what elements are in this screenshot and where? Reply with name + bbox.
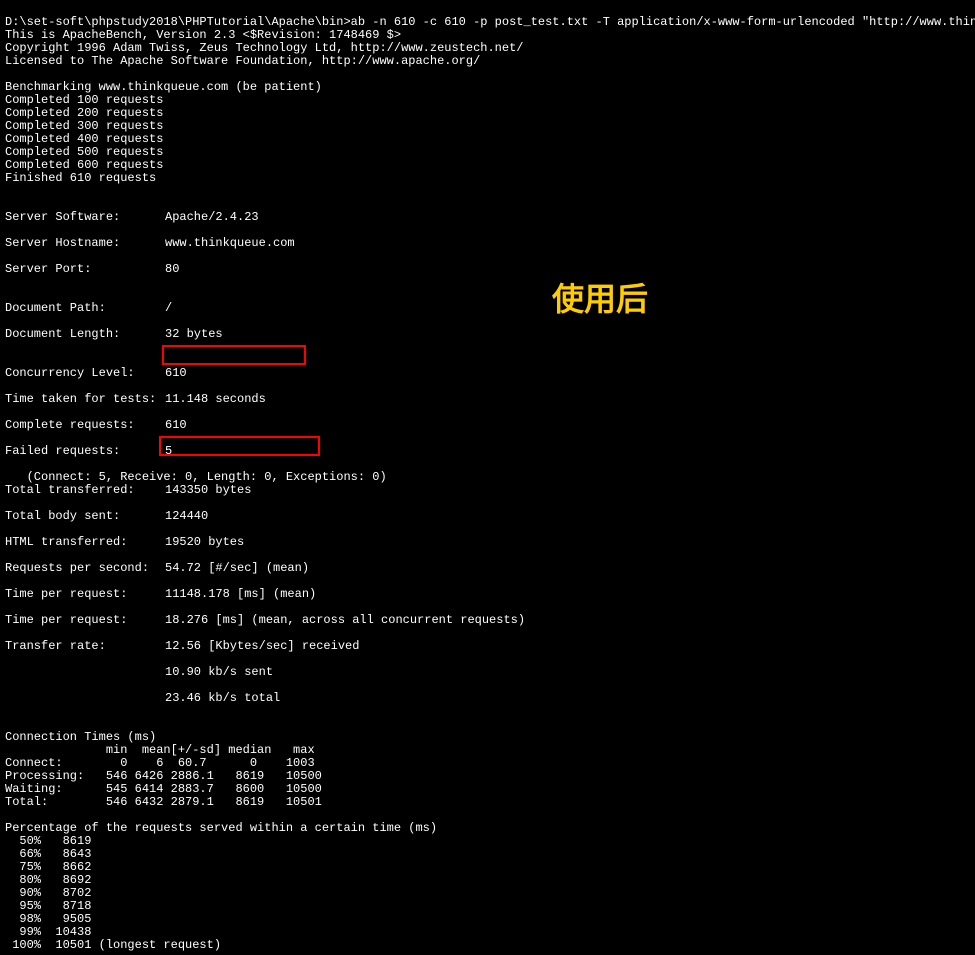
percentile-row: 80% 8692: [5, 873, 91, 887]
body-sent-label: Total body sent:: [5, 510, 165, 523]
header-line: Licensed to The Apache Software Foundati…: [5, 54, 480, 68]
tpr2-label: Time per request:: [5, 614, 165, 627]
server-software-label: Server Software:: [5, 211, 165, 224]
percentile-row: 98% 9505: [5, 912, 91, 926]
progress-line: Completed 200 requests: [5, 106, 163, 120]
complete-requests-label: Complete requests:: [5, 419, 165, 432]
conn-times-title: Connection Times (ms): [5, 730, 156, 744]
failed-requests-label: Failed requests:: [5, 445, 165, 458]
failed-detail: (Connect: 5, Receive: 0, Length: 0, Exce…: [5, 470, 387, 484]
header-line: Copyright 1996 Adam Twiss, Zeus Technolo…: [5, 41, 523, 55]
progress-finished: Finished 610 requests: [5, 171, 156, 185]
total-transferred-value: 143350 bytes: [165, 484, 251, 497]
rate-value-1: 12.56 [Kbytes/sec] received: [165, 640, 359, 653]
rate-value-3: 23.46 kb/s total: [165, 692, 280, 705]
progress-line: Completed 600 requests: [5, 158, 163, 172]
concurrency-label: Concurrency Level:: [5, 367, 165, 380]
percentile-title: Percentage of the requests served within…: [5, 821, 437, 835]
rate-spacer: [5, 692, 165, 705]
doc-length-value: 32 bytes: [165, 328, 223, 341]
percentile-row: 66% 8643: [5, 847, 91, 861]
terminal-output: D:\set-soft\phpstudy2018\PHPTutorial\Apa…: [0, 0, 975, 955]
percentile-row: 50% 8619: [5, 834, 91, 848]
progress-line: Completed 100 requests: [5, 93, 163, 107]
annotation-label: 使用后: [552, 293, 648, 306]
total-transferred-label: Total transferred:: [5, 484, 165, 497]
percentile-row: 90% 8702: [5, 886, 91, 900]
doc-path-label: Document Path:: [5, 302, 165, 315]
time-taken-label: Time taken for tests:: [5, 393, 165, 406]
tpr1-value: 11148.178 [ms] (mean): [165, 588, 316, 601]
percentile-row: 75% 8662: [5, 860, 91, 874]
time-taken-value: 11.148 seconds: [165, 393, 266, 406]
conn-waiting: Waiting: 545 6414 2883.7 8600 10500: [5, 782, 322, 796]
server-hostname-value: www.thinkqueue.com: [165, 237, 295, 250]
command-line: D:\set-soft\phpstudy2018\PHPTutorial\Apa…: [5, 15, 975, 29]
body-sent-value: 124440: [165, 510, 208, 523]
server-hostname-label: Server Hostname:: [5, 237, 165, 250]
progress-line: Completed 300 requests: [5, 119, 163, 133]
conn-processing: Processing: 546 6426 2886.1 8619 10500: [5, 769, 322, 783]
html-transferred-value: 19520 bytes: [165, 536, 244, 549]
rps-value: 54.72 [#/sec] (mean): [165, 562, 309, 575]
conn-total: Total: 546 6432 2879.1 8619 10501: [5, 795, 322, 809]
complete-requests-value: 610: [165, 419, 187, 432]
rate-value-2: 10.90 kb/s sent: [165, 666, 273, 679]
server-port-value: 80: [165, 263, 179, 276]
progress-line: Completed 400 requests: [5, 132, 163, 146]
conn-header: min mean[+/-sd] median max: [5, 743, 315, 757]
html-transferred-label: HTML transferred:: [5, 536, 165, 549]
server-software-value: Apache/2.4.23: [165, 211, 259, 224]
conn-connect: Connect: 0 6 60.7 0 1003: [5, 756, 315, 770]
server-port-label: Server Port:: [5, 263, 165, 276]
rate-label: Transfer rate:: [5, 640, 165, 653]
header-line: This is ApacheBench, Version 2.3 <$Revis…: [5, 28, 401, 42]
concurrency-value: 610: [165, 367, 187, 380]
progress-line: Completed 500 requests: [5, 145, 163, 159]
doc-path-value: /: [165, 302, 172, 315]
failed-requests-value: 5: [165, 445, 172, 458]
percentile-row: 99% 10438: [5, 925, 91, 939]
benchmark-title: Benchmarking www.thinkqueue.com (be pati…: [5, 80, 322, 94]
percentile-row: 95% 8718: [5, 899, 91, 913]
percentile-row: 100% 10501 (longest request): [5, 938, 221, 952]
rps-label: Requests per second:: [5, 562, 165, 575]
tpr2-value: 18.276 [ms] (mean, across all concurrent…: [165, 614, 525, 627]
tpr1-label: Time per request:: [5, 588, 165, 601]
rate-spacer: [5, 666, 165, 679]
doc-length-label: Document Length:: [5, 328, 165, 341]
